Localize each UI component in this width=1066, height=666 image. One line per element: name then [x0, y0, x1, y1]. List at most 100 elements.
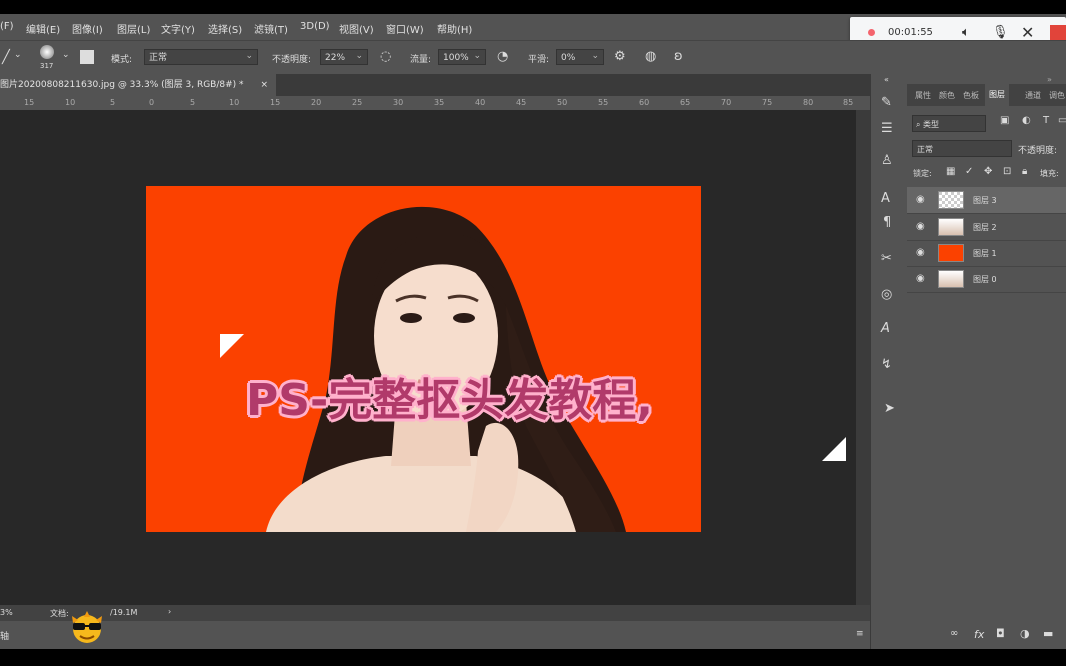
lock-position-icon[interactable]: ✥ [984, 167, 992, 177]
brush-settings-icon[interactable]: ✎ [881, 96, 892, 109]
layer-row[interactable]: ◉ 图层 1 [907, 240, 1066, 267]
panel-menu-icon[interactable]: ≡ [856, 629, 864, 639]
menu-view[interactable]: 视图(V) [339, 21, 374, 36]
tab-swatches[interactable]: 色板 [963, 90, 979, 101]
brush-tool-icon[interactable]: ╱ [2, 51, 10, 64]
link-layers-icon[interactable]: ∞ [950, 629, 958, 639]
fill-label: 填充: [1040, 169, 1059, 178]
menu-filter[interactable]: 滤镜(T) [254, 21, 288, 36]
ruler-tick: 50 [557, 98, 568, 107]
flow-label: 流量: [410, 55, 432, 65]
tools-icon[interactable]: ✂ [881, 252, 892, 265]
lock-transparent-icon[interactable]: ▦ [946, 167, 955, 177]
panel-icon-dock: « ✎ ☰ ♙ A ¶ ✂ ◎ A ↯ ➤ [870, 74, 908, 649]
ruler-tick: 85 [843, 98, 854, 107]
airbrush-icon[interactable]: ◔ [497, 50, 508, 63]
pressure-opacity-icon[interactable]: ◌ [380, 50, 391, 63]
timeline-bar: 轴 ≡ [0, 611, 870, 649]
tab-color[interactable]: 颜色 [939, 90, 955, 101]
collapse-arrows-icon[interactable]: « [884, 76, 889, 84]
menu-image[interactable]: 图像(I) [72, 21, 103, 36]
glyphs-icon[interactable]: A [881, 322, 890, 335]
filter-type-icon[interactable]: T [1043, 116, 1049, 126]
layer-filter-value: 类型 [923, 120, 940, 129]
fx-button[interactable]: fx [974, 628, 984, 641]
lock-pixels-icon[interactable]: ✓ [965, 167, 973, 177]
clone-source-icon[interactable]: ♙ [881, 154, 893, 167]
history-icon[interactable]: ↯ [881, 358, 892, 371]
visibility-eye-icon[interactable]: ◉ [916, 194, 925, 205]
folder-icon[interactable]: ▬ [1043, 628, 1053, 639]
status-menu-arrow-icon[interactable]: › [168, 607, 171, 616]
smoothing-field[interactable]: 0% [556, 48, 604, 65]
layer-row[interactable]: ◉ 图层 2 [907, 214, 1066, 241]
tab-channels[interactable]: 通道 [1025, 90, 1041, 101]
pressure-size-icon[interactable]: ◍ [645, 50, 656, 63]
flow-field[interactable]: 100% [438, 48, 486, 65]
menu-edit[interactable]: 编辑(E) [26, 21, 60, 36]
lock-artboard-icon[interactable]: ⊡ [1003, 167, 1011, 177]
microphone-icon[interactable]: 🎙︎ [992, 25, 1009, 40]
layer-thumbnail [938, 244, 964, 262]
corner-triangle-top-left [220, 334, 244, 358]
tab-properties[interactable]: 属性 [915, 90, 931, 101]
menu-window[interactable]: 窗口(W) [386, 21, 424, 36]
ruler-tick: 55 [598, 98, 609, 107]
menu-file[interactable]: (F) [0, 21, 14, 32]
opacity-label: 不透明度: [272, 55, 312, 65]
panel-collapse-icon[interactable]: » [1047, 75, 1052, 84]
mode-select[interactable]: 正常 [144, 48, 258, 65]
visibility-eye-icon[interactable]: ◉ [916, 247, 925, 258]
zoom-level[interactable]: 3% [0, 608, 13, 617]
filter-pixel-icon[interactable]: ▣ [1000, 116, 1009, 126]
menu-select[interactable]: 选择(S) [208, 21, 242, 36]
brush-size: 317 [40, 62, 54, 70]
document-tab-title: 图片20200808211630.jpg @ 33.3% (图层 3, RGB/… [0, 80, 244, 90]
ruler-tick: 5 [190, 98, 196, 107]
menu-3d[interactable]: 3D(D) [300, 21, 330, 32]
layer-filter-select[interactable]: ⌕ 类型 [912, 115, 986, 132]
ruler-tick: 75 [762, 98, 773, 107]
filter-adjust-icon[interactable]: ◐ [1022, 116, 1031, 126]
ruler-tick: 20 [311, 98, 322, 107]
add-mask-icon[interactable]: ◘ [996, 628, 1005, 639]
brush-preview-icon[interactable] [40, 45, 54, 59]
menu-layer[interactable]: 图层(L) [117, 21, 150, 36]
opacity-field[interactable]: 22% [320, 48, 368, 65]
menu-type[interactable]: 文字(Y) [161, 21, 195, 36]
document-tab[interactable]: 图片20200808211630.jpg @ 33.3% (图层 3, RGB/… [0, 74, 276, 96]
image-canvas[interactable] [146, 186, 701, 532]
paragraph-icon[interactable]: ¶ [883, 216, 891, 229]
layer-name: 图层 2 [973, 223, 997, 232]
filter-shape-icon[interactable]: ▭ [1058, 116, 1066, 126]
3d-icon[interactable]: ◎ [881, 288, 892, 301]
ruler-tick: 45 [516, 98, 527, 107]
ruler-tick: 10 [65, 98, 76, 107]
adjustments-icon[interactable]: ☰ [881, 122, 893, 135]
visibility-eye-icon[interactable]: ◉ [916, 273, 925, 284]
status-bar: 3% 文档: /19.1M › [0, 605, 870, 621]
brush-picker-chevron-icon[interactable]: ⌄ [62, 51, 70, 60]
tab-layers[interactable]: 图层 [985, 84, 1009, 106]
speaker-icon[interactable]: 🔈︎ [962, 25, 970, 40]
gear-icon[interactable]: ⚙ [614, 50, 626, 63]
ruler-tick: 70 [721, 98, 732, 107]
visibility-eye-icon[interactable]: ◉ [916, 221, 925, 232]
document-close-icon[interactable]: × [260, 74, 268, 96]
brush-panel-icon[interactable] [80, 50, 94, 64]
lock-all-icon[interactable]: 🔒︎ [1022, 167, 1027, 177]
symmetry-butterfly-icon[interactable]: ʚ [674, 50, 683, 63]
tab-adjust[interactable]: 调色 [1049, 90, 1065, 101]
menu-help[interactable]: 帮助(H) [437, 21, 472, 36]
layer-row[interactable]: ◉ 图层 0 [907, 266, 1066, 293]
vertical-scrollbar[interactable] [856, 110, 870, 605]
layer-thumbnail [938, 191, 964, 209]
timeline-label: 轴 [0, 632, 10, 642]
layers-panel: » [907, 74, 1066, 649]
lock-label: 锁定: [913, 169, 932, 178]
blend-mode-select[interactable]: 正常 [912, 140, 1012, 157]
adjustment-layer-icon[interactable]: ◑ [1020, 628, 1030, 639]
layer-row[interactable]: ◉ 图层 3 [907, 187, 1066, 214]
chevron-down-icon[interactable]: ⌄ [14, 51, 22, 60]
character-icon[interactable]: A [881, 192, 890, 205]
